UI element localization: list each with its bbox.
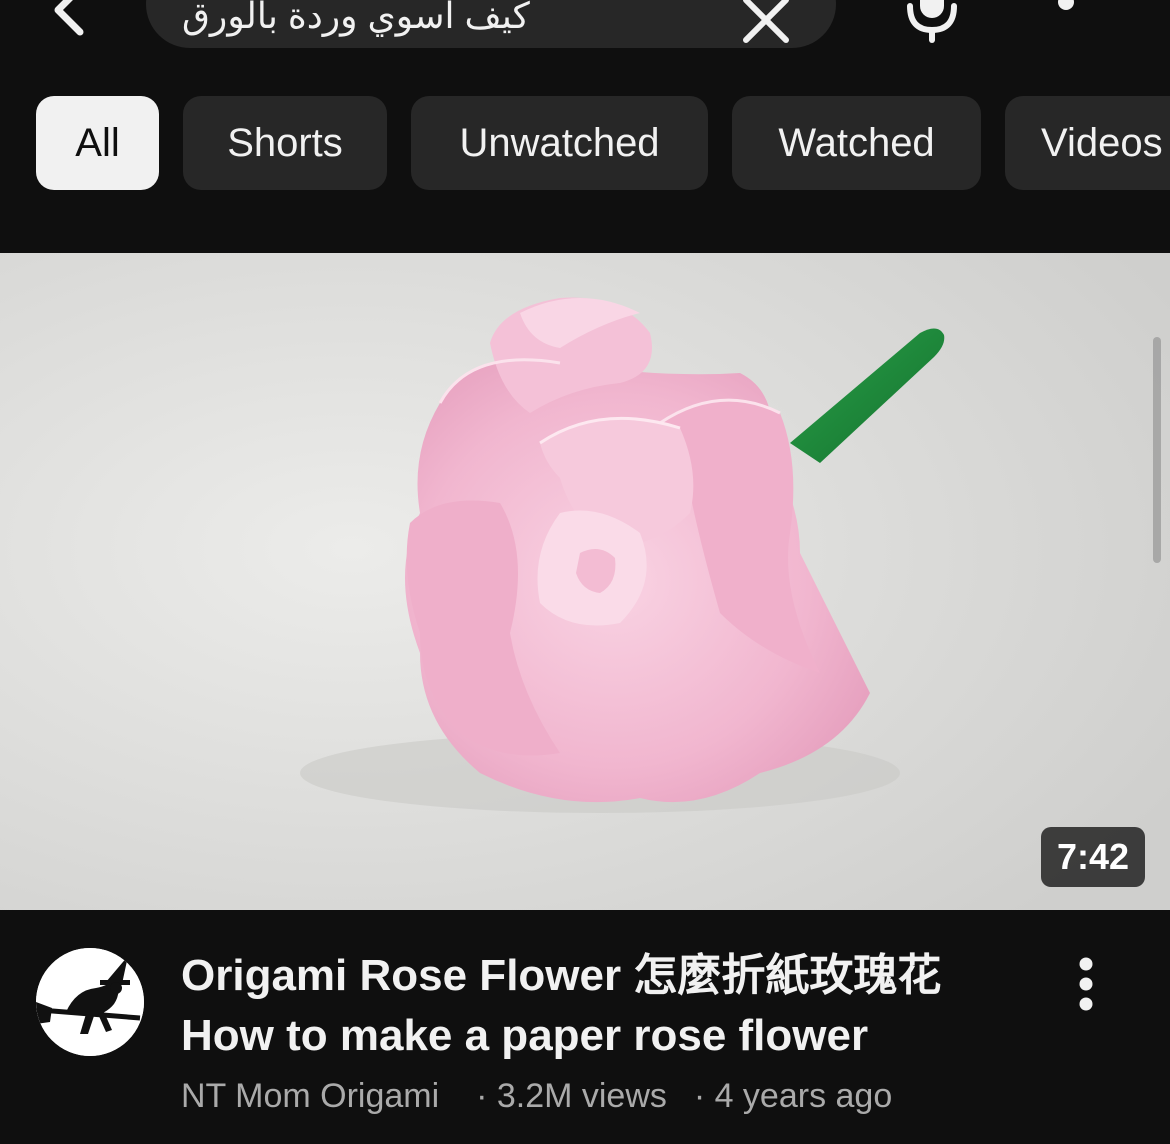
clear-search-button[interactable] (740, 0, 792, 46)
thumbnail-image (0, 253, 1170, 910)
more-options-button[interactable] (1046, 0, 1086, 40)
video-action-menu-button[interactable] (1064, 954, 1108, 1014)
search-input[interactable]: كيف اسوي وردة بالورق (146, 0, 836, 48)
view-count: · 3.2M views (476, 1077, 667, 1115)
voice-search-button[interactable] (900, 0, 964, 48)
channel-name[interactable]: NT Mom Origami (181, 1077, 439, 1115)
chip-shorts[interactable]: Shorts (183, 96, 387, 190)
chip-all[interactable]: All (36, 96, 159, 190)
scroll-indicator[interactable] (1153, 337, 1161, 563)
more-vertical-icon (1079, 957, 1093, 1011)
chip-videos[interactable]: Videos (1005, 96, 1170, 190)
search-query[interactable]: كيف اسوي وردة بالورق (182, 0, 530, 38)
channel-avatar[interactable] (36, 948, 144, 1056)
filter-chips: All Shorts Unwatched Watched Videos (0, 96, 1170, 192)
chip-watched[interactable]: Watched (732, 96, 981, 190)
close-icon (743, 0, 789, 43)
video-title-line-1: Origami Rose Flower 怎麼折紙玫瑰花 (181, 951, 942, 1000)
video-thumbnail[interactable]: 7:42 (0, 253, 1170, 910)
microphone-icon (907, 0, 957, 43)
duration-badge: 7:42 (1041, 827, 1145, 887)
video-title[interactable]: Origami Rose Flower 怎麼折紙玫瑰花 How to make … (181, 946, 1041, 1066)
back-button[interactable] (40, 0, 100, 40)
witch-silhouette-icon (36, 948, 144, 1056)
video-subline: NT Mom Origami · 3.2M views · 4 years ag… (181, 1074, 892, 1118)
video-title-line-2: How to make a paper rose flower (181, 1011, 869, 1060)
more-vertical-icon (1058, 0, 1074, 10)
upload-age: · 4 years ago (693, 1077, 893, 1115)
top-bar: كيف اسوي وردة بالورق (0, 0, 1170, 60)
chip-unwatched[interactable]: Unwatched (411, 96, 708, 190)
chevron-left-icon (54, 0, 84, 36)
video-meta: Origami Rose Flower 怎麼折紙玫瑰花 How to make … (0, 910, 1170, 1144)
